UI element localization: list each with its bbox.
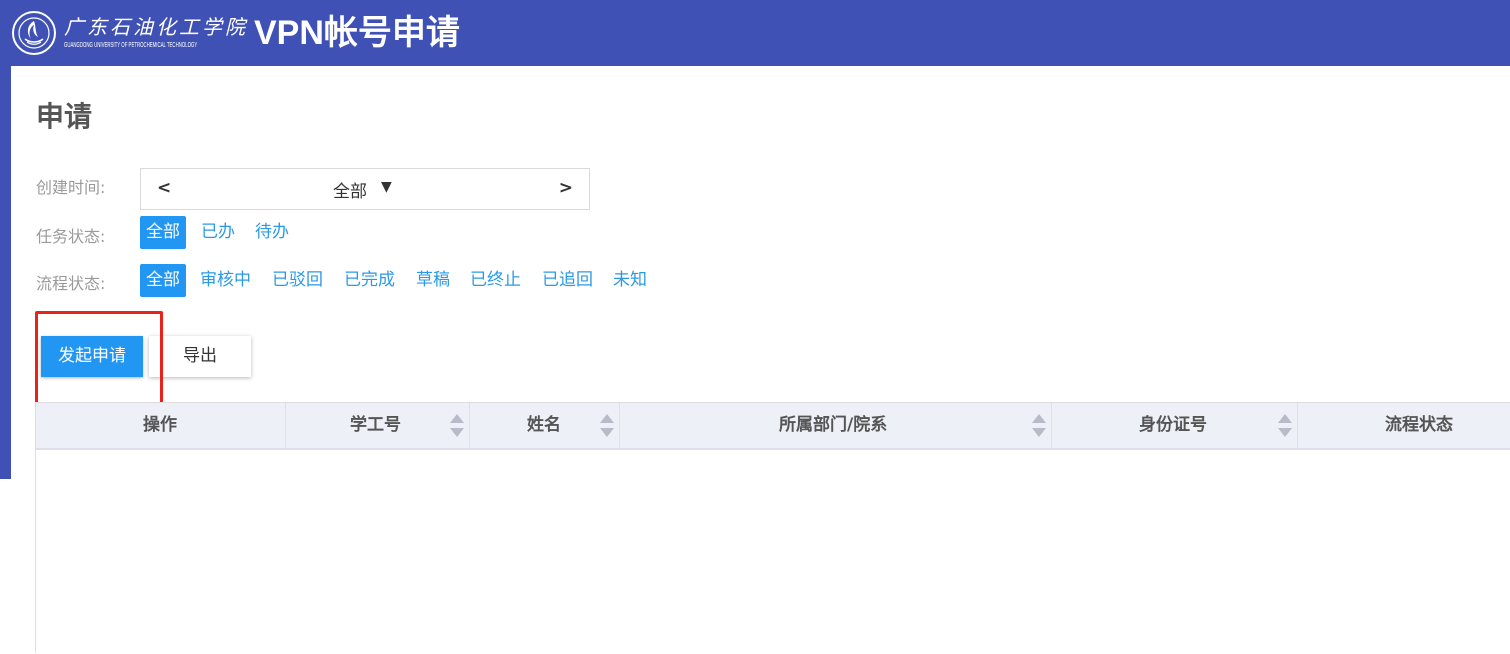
sort-icon[interactable] [450,414,464,438]
process-status-draft[interactable]: 草稿 [416,264,450,297]
task-status-label: 任务状态: [36,227,106,246]
app-title: VPN帐号申请 [254,14,460,52]
column-header-name[interactable]: 姓名 [470,403,620,448]
date-range-value[interactable]: 全部 [333,177,367,202]
sort-icon[interactable] [1032,414,1046,438]
column-header-process-status: 流程状态 [1385,415,1453,435]
column-header-id-card[interactable]: 身份证号 [1052,403,1298,448]
sidebar-strip [0,66,11,479]
logo-text-en: GUANGDONG UNIVERSITY OF PETROCHEMICAL TE… [64,42,198,49]
process-status-all[interactable]: 全部 [140,264,186,297]
column-header-department[interactable]: 所属部门/院系 [620,403,1052,448]
university-logo-icon [12,11,56,55]
create-time-label: 创建时间: [36,178,106,197]
logo-text-cn: 广东石油化工学院 [64,15,248,39]
app-header: 广东石油化工学院 GUANGDONG UNIVERSITY OF PETROCH… [0,0,1510,66]
process-status-rejected[interactable]: 已驳回 [272,264,323,297]
caret-down-icon[interactable]: ▼ [381,179,392,195]
sort-icon[interactable] [600,414,614,438]
column-header-actions: 操作 [36,403,286,448]
page-title: 申请 [36,100,93,133]
table-header: 操作 学工号 姓名 所属部门/院系 身份证号 流程状态 [36,403,1510,450]
process-status-label: 流程状态: [36,274,106,293]
prev-period-button[interactable]: < [157,178,171,198]
next-period-button[interactable]: > [559,178,573,198]
date-underline [185,209,547,210]
process-status-terminated[interactable]: 已终止 [470,264,521,297]
process-status-completed[interactable]: 已完成 [344,264,395,297]
process-status-unknown[interactable]: 未知 [613,264,647,297]
applications-table: 操作 学工号 姓名 所属部门/院系 身份证号 流程状态 [35,402,1510,653]
column-header-id[interactable]: 学工号 [286,403,470,448]
task-status-todo[interactable]: 待办 [255,216,289,249]
export-button[interactable]: 导出 [149,336,251,377]
task-status-done[interactable]: 已办 [201,216,235,249]
date-range-selector[interactable]: < 全部 ▼ > [140,168,590,210]
process-status-reviewing[interactable]: 审核中 [200,264,251,297]
sort-icon[interactable] [1278,414,1292,438]
table-body [36,450,1510,654]
task-status-all[interactable]: 全部 [140,216,186,249]
process-status-recalled[interactable]: 已追回 [542,264,593,297]
highlight-annotation [35,311,163,413]
